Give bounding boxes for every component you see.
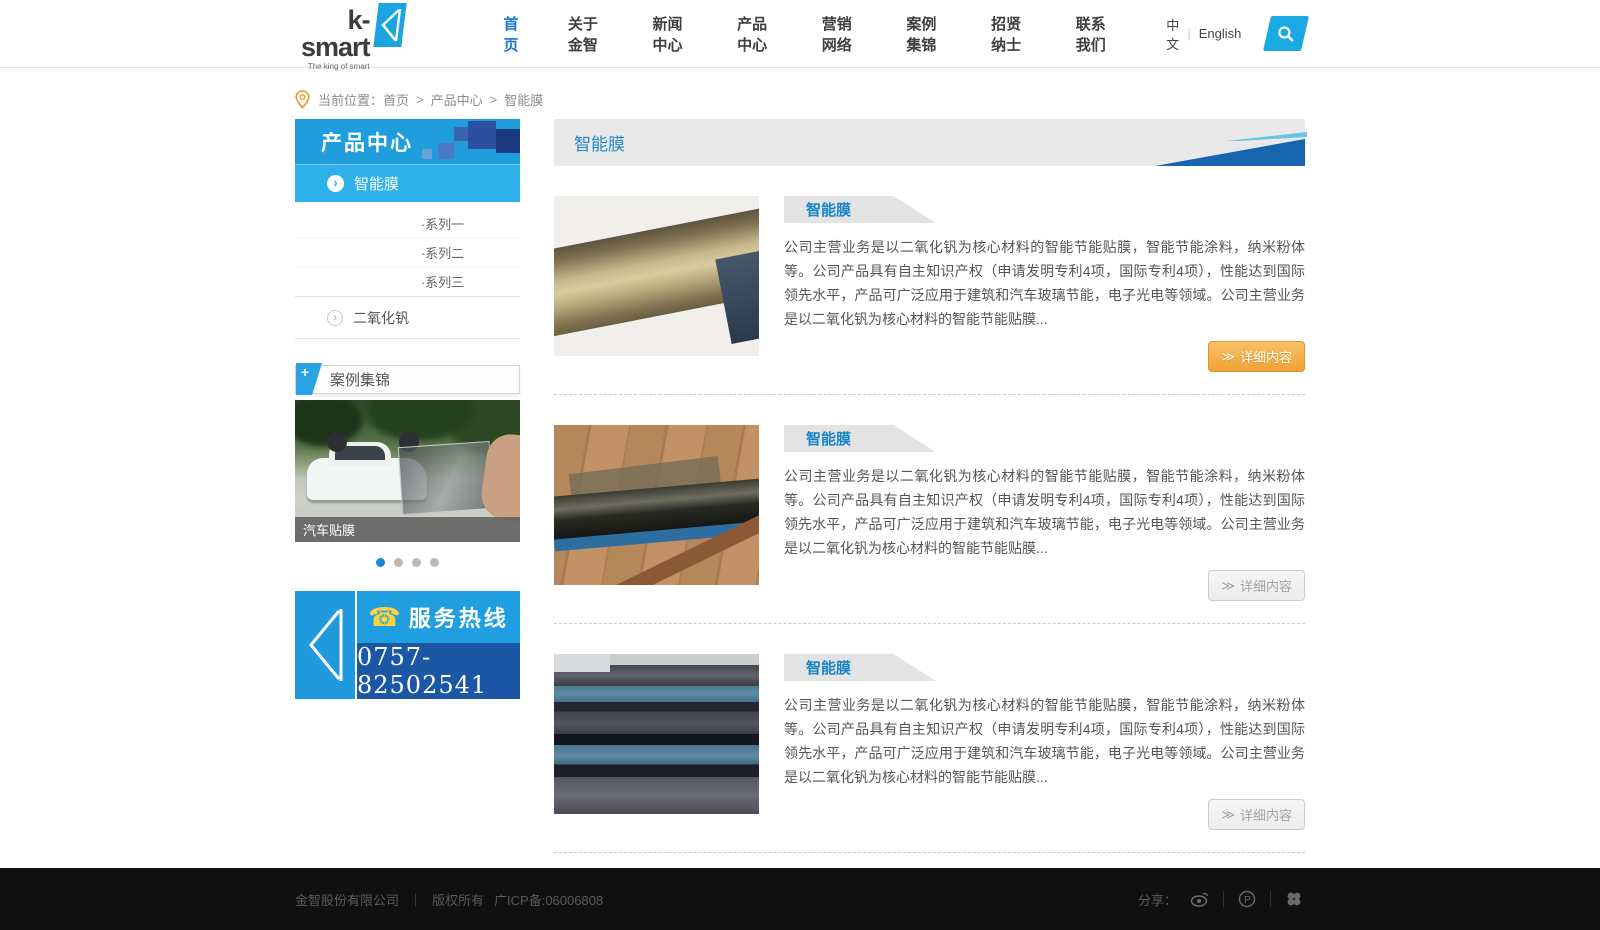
- main-nav: 首页 关于金智 新闻中心 产品中心 营销网络 案例集锦 招贤纳士 联系我们: [482, 5, 1139, 63]
- svg-text:P: P: [1244, 895, 1251, 906]
- site-header: k-smart The king of smart 首页 关于金智 新闻中心 产…: [0, 0, 1600, 68]
- carousel-dot-3[interactable]: [412, 558, 421, 567]
- search-icon: [1277, 25, 1295, 43]
- breadcrumb-home[interactable]: 首页: [383, 90, 409, 109]
- weibo-icon[interactable]: [1189, 888, 1211, 910]
- nav-about[interactable]: 关于金智: [568, 5, 609, 63]
- lang-en[interactable]: English: [1199, 26, 1242, 41]
- product-image-film-on-floor[interactable]: [554, 425, 759, 585]
- phone-icon: ☎: [368, 604, 400, 630]
- plus-icon: +: [296, 363, 322, 395]
- pixel-decoration: [496, 129, 520, 153]
- product-row: 智能膜 公司主营业务是以二氧化钒为核心材料的智能节能贴膜，智能节能涂料，纳米粉体…: [554, 624, 1305, 853]
- sidebar-item-vanadium-dioxide[interactable]: › 二氧化钒: [295, 297, 520, 339]
- product-row: 智能膜 公司主营业务是以二氧化钒为核心材料的智能节能贴膜，智能节能涂料，纳米粉体…: [554, 395, 1305, 624]
- nav-cases[interactable]: 案例集锦: [906, 5, 947, 63]
- film-photo-shape: [398, 441, 495, 515]
- lang-zh[interactable]: 中文: [1166, 15, 1179, 53]
- footer-company: 金智股份有限公司: [295, 890, 399, 909]
- page-title: 智能膜: [574, 130, 625, 155]
- case-collection-header: + 案例集锦: [295, 365, 520, 394]
- pixel-decoration: [468, 121, 496, 149]
- carousel-dot-4[interactable]: [430, 558, 439, 567]
- pixel-decoration: [422, 149, 432, 159]
- main-content: 智能膜 智能膜 公司主营业务是以二氧化钒为核心材料的智能节能贴膜，智能节能涂料，…: [554, 119, 1305, 853]
- product-title-badge: 智能膜: [784, 425, 936, 452]
- nav-news[interactable]: 新闻中心: [653, 5, 694, 63]
- language-switch: 中文 | English: [1166, 15, 1241, 53]
- triangle-decoration-dark: [1155, 139, 1305, 166]
- double-chevron-icon: ≫: [1221, 349, 1235, 365]
- footer-divider: ｜: [409, 890, 422, 909]
- case-carousel-image[interactable]: 汽车贴膜: [295, 400, 520, 542]
- carousel-dot-2[interactable]: [394, 558, 403, 567]
- product-image-gold-film[interactable]: [554, 196, 759, 356]
- hotline-k-icon: [295, 591, 357, 699]
- nav-contact[interactable]: 联系我们: [1076, 5, 1117, 63]
- nav-home[interactable]: 首页: [504, 5, 524, 63]
- nav-products[interactable]: 产品中心: [737, 5, 778, 63]
- carousel-dots: [295, 558, 520, 567]
- breadcrumb: 当前位置： 首页 > 产品中心 > 智能膜: [295, 90, 1305, 109]
- series-item-2[interactable]: ·系列二: [295, 239, 520, 268]
- pixel-decoration: [454, 127, 468, 141]
- lang-divider: |: [1187, 26, 1190, 41]
- product-row: 智能膜 公司主营业务是以二氧化钒为核心材料的智能节能贴膜，智能节能涂料，纳米粉体…: [554, 166, 1305, 395]
- arrow-circle-icon: ›: [327, 175, 344, 192]
- series-list: ·系列一 ·系列二 ·系列三: [295, 202, 520, 297]
- product-image-film-rolls[interactable]: [554, 654, 759, 814]
- hotline-label: 服务热线: [409, 601, 509, 633]
- detail-button[interactable]: ≫ 详细内容: [1208, 341, 1305, 372]
- arrow-circle-icon: ›: [327, 310, 343, 326]
- p-circle-icon[interactable]: P: [1236, 888, 1258, 910]
- product-center-header: 产品中心: [295, 119, 520, 165]
- footer-icp: 广ICP备:06006808: [494, 890, 603, 909]
- double-chevron-icon: ≫: [1221, 807, 1235, 823]
- series-item-1[interactable]: ·系列一: [295, 210, 520, 239]
- logo-k-icon: [373, 3, 406, 47]
- logo[interactable]: k-smart The king of smart: [295, 0, 404, 71]
- share-label: 分享：: [1138, 890, 1177, 909]
- product-description: 公司主营业务是以二氧化钒为核心材料的智能节能贴膜，智能节能涂料，纳米粉体等。公司…: [784, 693, 1305, 789]
- double-chevron-icon: ≫: [1221, 578, 1235, 594]
- sidebar: 产品中心 › 智能膜 ·系列一 ·系列二 ·系列三 › 二氧化钒 + 案例集锦: [295, 119, 520, 699]
- case-collection-title: 案例集锦: [330, 369, 390, 390]
- detail-button[interactable]: ≫ 详细内容: [1208, 570, 1305, 601]
- triangle-decoration-light: [1227, 132, 1307, 141]
- footer-copyright: 版权所有: [432, 890, 484, 909]
- sidebar-item-smart-film[interactable]: › 智能膜: [295, 165, 520, 202]
- product-description: 公司主营业务是以二氧化钒为核心材料的智能节能贴膜，智能节能涂料，纳米粉体等。公司…: [784, 464, 1305, 560]
- breadcrumb-label: 当前位置：: [318, 90, 383, 109]
- carousel-dot-1[interactable]: [376, 558, 385, 567]
- site-footer: 金智股份有限公司 ｜ 版权所有 广ICP备:06006808 分享： P: [0, 868, 1600, 930]
- series-item-3[interactable]: ·系列三: [295, 268, 520, 297]
- case-collection-widget: + 案例集锦 汽车贴膜: [295, 365, 520, 567]
- location-pin-icon: [295, 90, 310, 109]
- page-title-bar: 智能膜: [554, 119, 1305, 166]
- nav-marketing[interactable]: 营销网络: [822, 5, 863, 63]
- logo-name: k-smart: [295, 7, 370, 61]
- breadcrumb-current[interactable]: 智能膜: [504, 90, 543, 109]
- logo-tagline: The king of smart: [295, 63, 370, 71]
- search-button[interactable]: [1263, 16, 1309, 51]
- product-description: 公司主营业务是以二氧化钒为核心材料的智能节能贴膜，智能节能涂料，纳米粉体等。公司…: [784, 235, 1305, 331]
- detail-button[interactable]: ≫ 详细内容: [1208, 799, 1305, 830]
- nav-jobs[interactable]: 招贤纳士: [991, 5, 1032, 63]
- product-title-badge: 智能膜: [784, 196, 936, 223]
- product-title-badge: 智能膜: [784, 654, 936, 681]
- case-caption: 汽车贴膜: [295, 517, 520, 542]
- clover-icon[interactable]: [1283, 888, 1305, 910]
- service-hotline-banner: ☎ 服务热线 0757-82502541: [295, 591, 520, 699]
- breadcrumb-product-center[interactable]: 产品中心: [431, 90, 483, 109]
- pixel-decoration: [438, 143, 454, 159]
- hotline-number: 0757-82502541: [357, 643, 520, 699]
